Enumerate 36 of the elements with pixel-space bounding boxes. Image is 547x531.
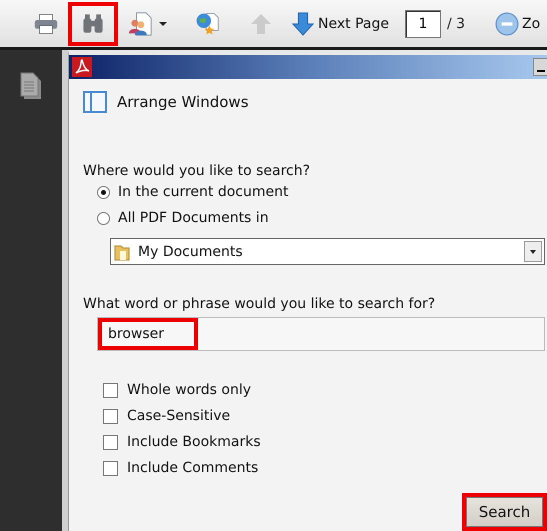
down-arrow-icon bbox=[291, 12, 315, 36]
binoculars-icon bbox=[81, 12, 105, 36]
checkbox[interactable] bbox=[103, 460, 118, 476]
zoom-out-icon bbox=[495, 12, 520, 36]
search-location-label: Where would you like to search? bbox=[83, 163, 312, 179]
toolbar-button[interactable]: Next Page bbox=[283, 4, 397, 42]
folder-icon bbox=[114, 242, 130, 260]
toolbar-button[interactable]: Zo bbox=[487, 4, 547, 42]
tool-button[interactable] bbox=[68, 2, 118, 46]
caret-icon bbox=[159, 22, 167, 26]
acrobat-logo-icon bbox=[72, 57, 92, 77]
search-phrase-label: What word or phrase would you like to search for? bbox=[83, 296, 436, 312]
checkbox[interactable] bbox=[103, 408, 118, 424]
up-arrow-icon bbox=[249, 12, 273, 36]
checkbox-label[interactable]: Case-Sensitive bbox=[127, 408, 230, 424]
search-button[interactable]: Search bbox=[462, 493, 547, 531]
checkbox-label[interactable]: Whole words only bbox=[127, 382, 252, 398]
printer-icon bbox=[34, 12, 58, 36]
page-count: / 3 bbox=[446, 16, 466, 32]
minimize-button[interactable] bbox=[533, 58, 547, 76]
folder-dropdown[interactable]: My Documents bbox=[110, 238, 545, 265]
people-document-icon bbox=[128, 12, 152, 36]
globe-document-icon bbox=[195, 12, 219, 36]
search-field[interactable]: browser bbox=[97, 317, 545, 351]
arrange-windows-link[interactable]: Arrange Windows bbox=[117, 93, 249, 111]
window-layout-icon[interactable] bbox=[83, 91, 107, 113]
checkbox-label[interactable]: Include Comments bbox=[127, 460, 258, 476]
checkbox[interactable] bbox=[103, 434, 118, 450]
page-number-field[interactable]: 1 bbox=[404, 10, 441, 38]
radio-label[interactable]: In the current document bbox=[118, 184, 288, 200]
checkbox[interactable] bbox=[103, 382, 118, 398]
radio-button[interactable] bbox=[97, 186, 110, 198]
checkbox-label[interactable]: Include Bookmarks bbox=[127, 434, 261, 450]
radio-label[interactable]: All PDF Documents in bbox=[118, 210, 269, 226]
radio-button[interactable] bbox=[97, 212, 110, 224]
pages-icon[interactable] bbox=[20, 72, 42, 100]
